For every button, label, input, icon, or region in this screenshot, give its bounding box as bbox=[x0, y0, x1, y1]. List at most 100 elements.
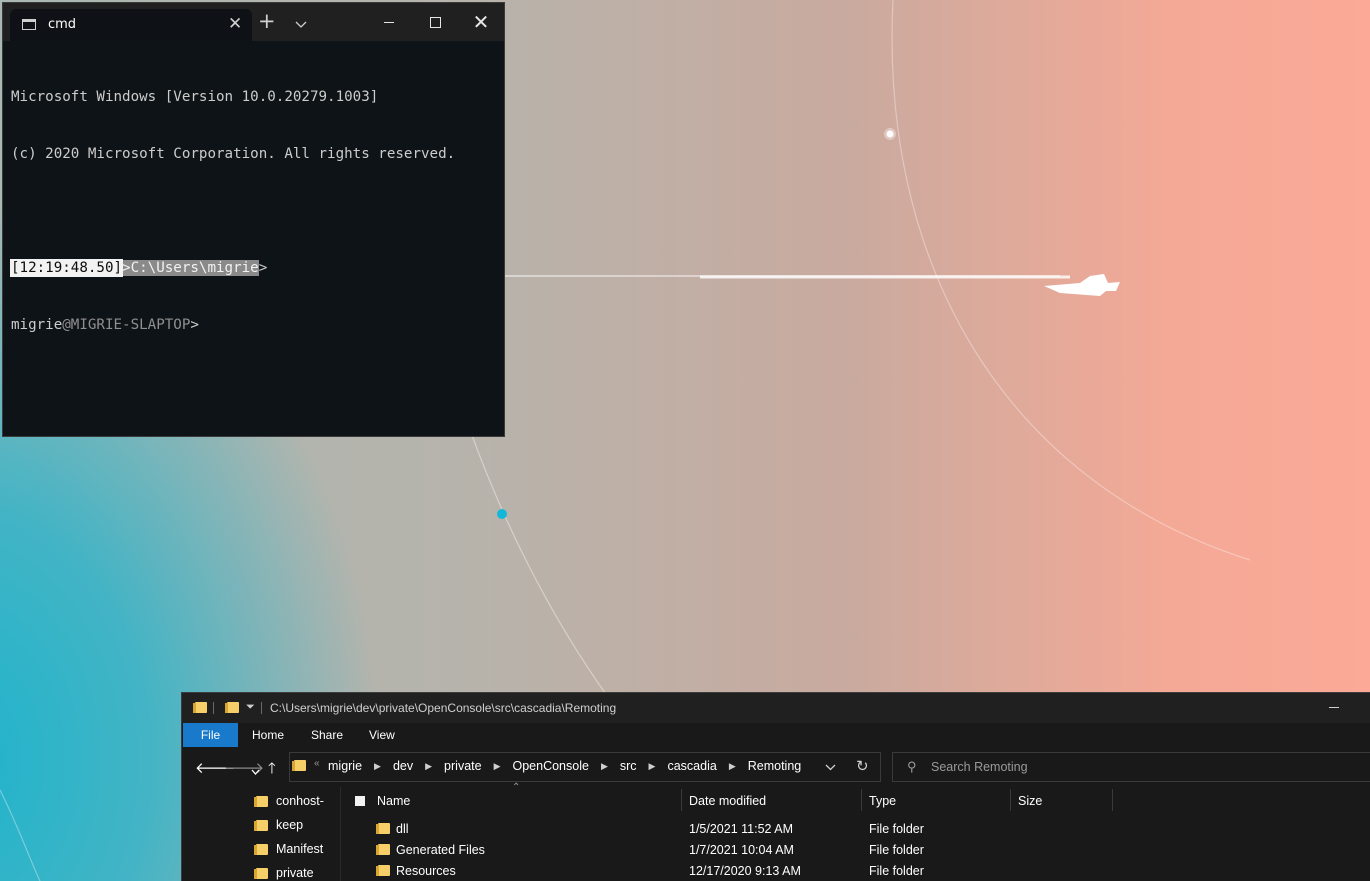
column-header-type[interactable]: Type bbox=[869, 787, 896, 815]
chevron-right-icon[interactable]: ▶ bbox=[649, 761, 656, 772]
maximize-button[interactable] bbox=[412, 3, 458, 41]
search-input[interactable] bbox=[929, 757, 1333, 777]
file-type: File folder bbox=[869, 822, 924, 836]
column-divider[interactable] bbox=[1010, 789, 1011, 811]
chevron-right-icon[interactable]: ▶ bbox=[374, 761, 381, 772]
tab-title: cmd bbox=[48, 17, 77, 32]
file-name: dll bbox=[396, 822, 409, 836]
terminal-titlebar[interactable]: cmd ✕ + ✕ bbox=[3, 3, 504, 41]
column-header-date[interactable]: Date modified bbox=[689, 787, 766, 815]
breadcrumb-item[interactable]: Remoting bbox=[748, 759, 802, 773]
select-all-checkbox[interactable] bbox=[355, 796, 365, 806]
tab-close-icon[interactable]: ✕ bbox=[228, 14, 242, 34]
file-list[interactable]: Name ⌃ Date modified Type Size dll 1/5/2… bbox=[341, 782, 1370, 881]
breadcrumb-item[interactable]: dev bbox=[393, 759, 413, 773]
terminal-output[interactable]: Microsoft Windows [Version 10.0.20279.10… bbox=[3, 41, 504, 436]
tree-item[interactable]: Manifest bbox=[254, 839, 324, 859]
folder-icon bbox=[376, 865, 390, 876]
address-dropdown-icon[interactable] bbox=[825, 760, 836, 774]
breadcrumb-item[interactable]: src bbox=[620, 759, 637, 773]
prompt-host: @MIGRIE-SLAPTOP bbox=[62, 317, 191, 333]
minimize-button[interactable] bbox=[366, 3, 412, 41]
desktop: cmd ✕ + ✕ Microsoft Windows [Version 10.… bbox=[0, 0, 1370, 881]
column-header-size[interactable]: Size bbox=[1018, 787, 1042, 815]
folder-icon bbox=[376, 844, 390, 855]
new-tab-icon[interactable]: + bbox=[258, 9, 276, 33]
divider bbox=[261, 702, 262, 714]
tab-share[interactable]: Share bbox=[311, 723, 343, 747]
column-divider[interactable] bbox=[681, 789, 682, 811]
file-type: File folder bbox=[869, 864, 924, 878]
tree-item-label: keep bbox=[276, 818, 304, 832]
folder-icon bbox=[254, 843, 268, 855]
customize-toolbar-icon[interactable]: ⏷ bbox=[246, 701, 255, 714]
terminal-line: (c) 2020 Microsoft Corporation. All righ… bbox=[11, 146, 456, 162]
file-row[interactable]: Generated Files 1/7/2021 10:04 AM File f… bbox=[341, 840, 1370, 861]
prompt-path: >C:\Users\migrie bbox=[122, 260, 259, 276]
chevron-down-icon[interactable] bbox=[295, 14, 307, 33]
column-header-name[interactable]: Name bbox=[377, 787, 410, 815]
close-button[interactable]: ✕ bbox=[458, 3, 504, 41]
recent-locations-chevron-icon[interactable] bbox=[251, 762, 260, 779]
file-row[interactable]: Resources 12/17/2020 9:13 AM File folder bbox=[341, 861, 1370, 881]
minimize-icon bbox=[384, 21, 394, 23]
tab-cmd[interactable]: cmd ✕ bbox=[10, 9, 252, 41]
folder-icon bbox=[254, 819, 268, 831]
tree-item[interactable]: private bbox=[254, 863, 314, 881]
quick-access-folder-icon[interactable] bbox=[225, 702, 239, 713]
prompt-user: migrie bbox=[11, 317, 63, 333]
search-box[interactable]: ⚲ bbox=[892, 752, 1370, 782]
file-date: 1/5/2021 11:52 AM bbox=[689, 822, 794, 836]
console-icon bbox=[22, 19, 36, 30]
folder-icon bbox=[254, 867, 268, 879]
up-arrow-icon[interactable]: 🡑 bbox=[268, 758, 276, 783]
tree-item-label: conhost- bbox=[276, 794, 324, 808]
folder-icon bbox=[254, 795, 268, 807]
minimize-icon[interactable] bbox=[1329, 707, 1339, 708]
terminal-line: Microsoft Windows [Version 10.0.20279.10… bbox=[11, 89, 379, 105]
file-name: Generated Files bbox=[396, 843, 485, 857]
chevron-right-icon[interactable]: ▶ bbox=[729, 761, 736, 772]
tab-view[interactable]: View bbox=[369, 723, 395, 747]
prompt-line: [12:19:48.50]>C:\Users\migrie> bbox=[9, 259, 496, 278]
tree-item-label: Manifest bbox=[276, 842, 324, 856]
chevron-right-icon[interactable]: ▶ bbox=[601, 761, 608, 772]
tab-home[interactable]: Home bbox=[252, 723, 284, 747]
prompt-end: > bbox=[190, 317, 199, 333]
chevron-right-icon[interactable]: ▶ bbox=[494, 761, 501, 772]
file-explorer-window[interactable]: ⏷ C:\Users\migrie\dev\private\OpenConsol… bbox=[181, 692, 1370, 881]
address-bar[interactable]: « migrie ▶ dev ▶ private ▶ OpenConsole ▶… bbox=[289, 752, 881, 782]
navigation-pane[interactable]: conhost- keep Manifest private bbox=[182, 787, 341, 881]
prompt-line-user: migrie@MIGRIE-SLAPTOP> bbox=[11, 316, 496, 335]
refresh-icon[interactable]: ↻ bbox=[856, 757, 869, 775]
divider bbox=[213, 702, 214, 714]
tree-item[interactable]: conhost- bbox=[254, 791, 324, 811]
explorer-titlebar[interactable]: ⏷ C:\Users\migrie\dev\private\OpenConsol… bbox=[182, 693, 1370, 723]
folder-icon bbox=[292, 760, 306, 771]
column-divider[interactable] bbox=[861, 789, 862, 811]
prompt-time: [12:19:48.50] bbox=[9, 259, 124, 277]
sort-ascending-icon: ⌃ bbox=[512, 782, 521, 793]
terminal-window[interactable]: cmd ✕ + ✕ Microsoft Windows [Version 10.… bbox=[3, 3, 504, 436]
file-row[interactable]: dll 1/5/2021 11:52 AM File folder bbox=[341, 819, 1370, 840]
navigation-bar: 🡐 🡒 🡑 « migrie ▶ dev ▶ private ▶ OpenCon… bbox=[182, 747, 1370, 787]
prompt-suffix: > bbox=[258, 260, 268, 276]
tree-item[interactable]: keep bbox=[254, 815, 304, 835]
breadcrumb-item[interactable]: migrie bbox=[328, 759, 362, 773]
breadcrumb-item[interactable]: OpenConsole bbox=[513, 759, 589, 773]
tree-item-label: private bbox=[276, 866, 314, 880]
search-icon: ⚲ bbox=[907, 759, 917, 774]
file-name: Resources bbox=[396, 864, 456, 878]
folder-icon bbox=[193, 702, 207, 713]
breadcrumb-item[interactable]: cascadia bbox=[667, 759, 716, 773]
breadcrumb-item[interactable]: private bbox=[444, 759, 482, 773]
tab-file[interactable]: File bbox=[183, 723, 238, 747]
file-date: 12/17/2020 9:13 AM bbox=[689, 864, 801, 878]
file-type: File folder bbox=[869, 843, 924, 857]
column-divider[interactable] bbox=[1112, 789, 1113, 811]
chevron-right-icon[interactable]: ▶ bbox=[425, 761, 432, 772]
file-date: 1/7/2021 10:04 AM bbox=[689, 843, 794, 857]
overflow-chevron-icon[interactable]: « bbox=[314, 758, 320, 769]
breadcrumb: migrie ▶ dev ▶ private ▶ OpenConsole ▶ s… bbox=[328, 759, 801, 773]
